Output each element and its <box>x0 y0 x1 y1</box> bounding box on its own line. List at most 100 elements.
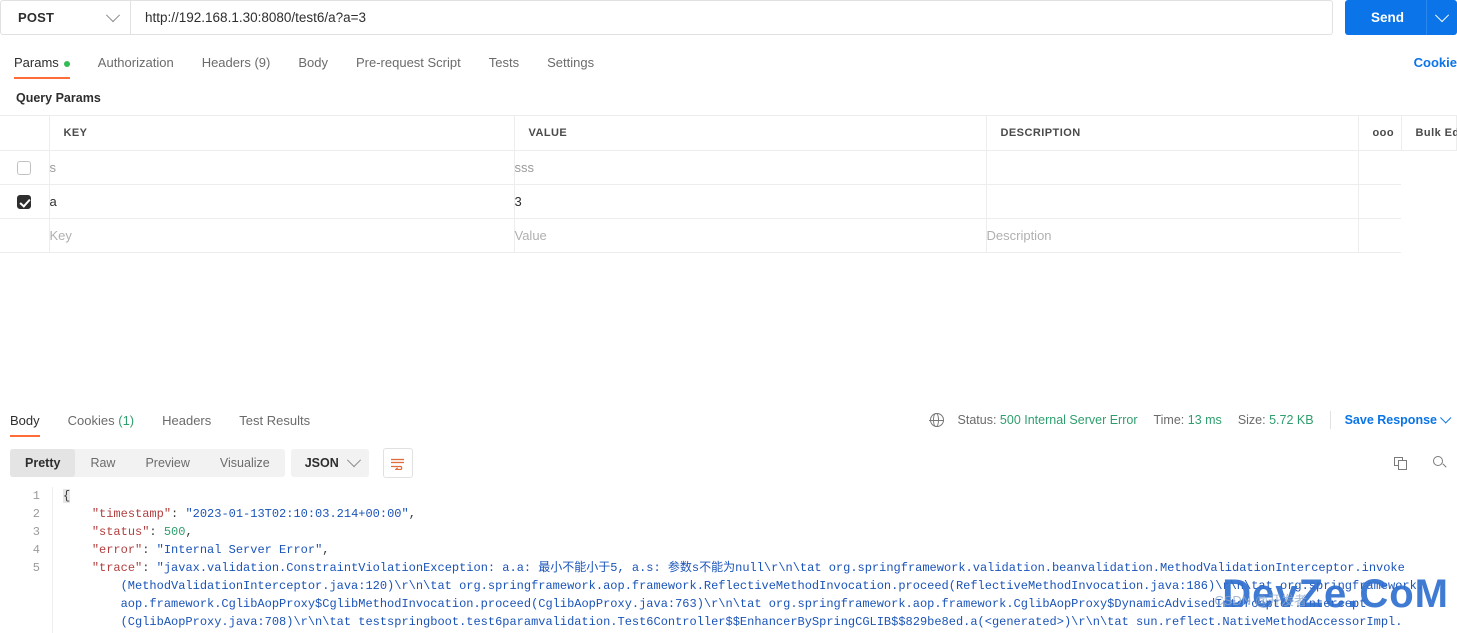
tab-authorization[interactable]: Authorization <box>98 55 174 79</box>
column-header-description: DESCRIPTION <box>986 115 1359 151</box>
code-token: , <box>322 543 330 557</box>
line-number-gutter: 1 2 3 4 5 <box>0 487 52 633</box>
tab-label: Body <box>298 55 328 70</box>
param-key-cell[interactable]: s <box>49 150 515 185</box>
save-response-button[interactable]: Save Response <box>1345 413 1437 427</box>
param-value-cell[interactable]: 3 <box>514 184 987 219</box>
row-checkbox-cell[interactable] <box>0 184 50 219</box>
code-line: aop.framework.CglibAopProxy$CglibMethodI… <box>63 595 1457 613</box>
send-options-button[interactable] <box>1426 0 1457 35</box>
response-format-label: JSON <box>304 456 339 470</box>
new-row-checkbox-cell <box>0 218 50 253</box>
column-header-value: VALUE <box>514 115 987 151</box>
code-token: (CglibAopProxy.java:708)\r\n\tat testspr… <box>120 615 1403 629</box>
response-tab-cookies[interactable]: Cookies (1) <box>68 413 134 437</box>
view-mode-segmented-control: Pretty Raw Preview Visualize <box>10 449 285 477</box>
code-token: "javax.validation.ConstraintViolationExc… <box>156 561 1405 575</box>
table-header-row: KEY VALUE DESCRIPTION ooo Bulk Ed <box>0 115 1457 151</box>
code-token: aop.framework.CglibAopProxy$CglibMethodI… <box>120 597 1367 611</box>
send-button-group: Send <box>1344 0 1457 35</box>
code-line: { <box>63 487 1457 505</box>
unsaved-dot-icon <box>63 60 70 67</box>
checkbox-unchecked-icon[interactable] <box>17 161 32 176</box>
new-param-key-input[interactable]: Key <box>49 218 515 253</box>
tab-body[interactable]: Body <box>298 55 328 79</box>
table-row: a 3 <box>0 184 1457 219</box>
tab-headers[interactable]: Headers (9) <box>202 55 271 79</box>
param-description-cell[interactable] <box>986 184 1359 219</box>
response-body-code[interactable]: 1 2 3 4 5 { "timestamp": "2023-01-13T02:10:0… <box>0 487 1457 633</box>
code-token: "trace" <box>91 561 143 575</box>
code-line: "error": "Internal Server Error", <box>63 541 1457 559</box>
copy-icon[interactable] <box>1394 456 1407 470</box>
select-all-header <box>0 115 50 151</box>
line-number: 2 <box>32 507 40 521</box>
chevron-down-icon <box>346 453 361 468</box>
code-token: 500 <box>163 525 186 539</box>
response-format-selector[interactable]: JSON <box>290 449 369 477</box>
chevron-down-icon <box>1434 7 1450 22</box>
code-line: "timestamp": "2023-01-13T02:10:03.214+00… <box>63 505 1457 523</box>
tab-label: Body <box>10 413 40 428</box>
chevron-down-icon[interactable] <box>1440 412 1452 424</box>
tab-pre-request-script[interactable]: Pre-request Script <box>356 55 461 79</box>
code-line: "trace": "javax.validation.ConstraintVio… <box>63 559 1457 577</box>
view-mode-pretty[interactable]: Pretty <box>10 449 76 477</box>
response-tab-body[interactable]: Body <box>10 413 40 437</box>
chevron-down-icon <box>105 7 121 22</box>
new-row-actions-cell <box>1358 218 1401 253</box>
more-options-button[interactable]: ooo <box>1358 115 1402 151</box>
code-token: : <box>149 525 164 539</box>
tab-params[interactable]: Params <box>14 55 70 79</box>
response-meta: Status: 500 Internal Server Error Time: … <box>929 411 1457 429</box>
http-method-label: POST <box>18 10 55 25</box>
table-row: s sss <box>0 150 1457 185</box>
new-param-value-input[interactable]: Value <box>514 218 987 253</box>
status-label: Status: <box>957 413 997 427</box>
code-token: : <box>171 507 186 521</box>
view-mode-preview[interactable]: Preview <box>130 449 204 477</box>
code-content[interactable]: { "timestamp": "2023-01-13T02:10:03.214+… <box>52 487 1457 633</box>
bulk-edit-button[interactable]: Bulk Ed <box>1401 115 1457 151</box>
row-edge-cell <box>1401 151 1457 185</box>
divider <box>1329 411 1331 429</box>
wrap-lines-button[interactable] <box>382 448 413 478</box>
search-icon[interactable] <box>1433 456 1447 470</box>
param-key-cell[interactable]: a <box>49 184 515 219</box>
tab-label: Cookies <box>67 413 115 428</box>
new-param-description-input[interactable]: Description <box>986 218 1359 253</box>
param-value-cell[interactable]: sss <box>514 150 987 185</box>
param-description-cell[interactable] <box>986 150 1359 185</box>
response-tab-headers[interactable]: Headers <box>162 413 211 437</box>
row-actions-cell <box>1358 184 1401 219</box>
time-label: Time: <box>1153 413 1185 427</box>
tab-label: Headers <box>201 55 251 70</box>
code-token: (MethodValidationInterceptor.java:120)\r… <box>120 579 1425 593</box>
code-token: "timestamp" <box>91 507 172 521</box>
table-new-row: Key Value Description <box>0 218 1457 253</box>
row-checkbox-cell[interactable] <box>0 150 50 185</box>
view-mode-visualize[interactable]: Visualize <box>205 449 285 477</box>
query-params-table: KEY VALUE DESCRIPTION ooo Bulk Ed s sss … <box>0 115 1457 253</box>
wrap-lines-icon <box>391 458 405 470</box>
checkbox-checked-icon[interactable] <box>17 195 32 210</box>
tab-label: Test Results <box>239 413 311 428</box>
tab-label: Tests <box>488 55 520 70</box>
cookies-link[interactable]: Cookie <box>1414 55 1457 70</box>
url-input[interactable]: http://192.168.1.30:8080/test6/a?a=3 <box>130 0 1333 35</box>
tab-settings[interactable]: Settings <box>547 55 594 79</box>
tab-tests[interactable]: Tests <box>489 55 519 79</box>
send-button[interactable]: Send <box>1344 0 1426 35</box>
line-number: 1 <box>32 489 40 503</box>
tab-label: Authorization <box>97 55 174 70</box>
url-text: http://192.168.1.30:8080/test6/a?a=3 <box>145 10 367 25</box>
view-mode-raw[interactable]: Raw <box>75 449 130 477</box>
http-method-selector[interactable]: POST <box>0 0 130 35</box>
new-row-edge-cell <box>1401 219 1457 253</box>
status-badge: 500 Internal Server Error <box>999 413 1138 427</box>
code-token: { <box>63 489 71 503</box>
code-token: "Internal Server Error" <box>156 543 323 557</box>
size-meta: Size: 5.72 KB <box>1238 413 1314 427</box>
size-label: Size: <box>1237 413 1266 427</box>
response-tab-test-results[interactable]: Test Results <box>239 413 310 437</box>
